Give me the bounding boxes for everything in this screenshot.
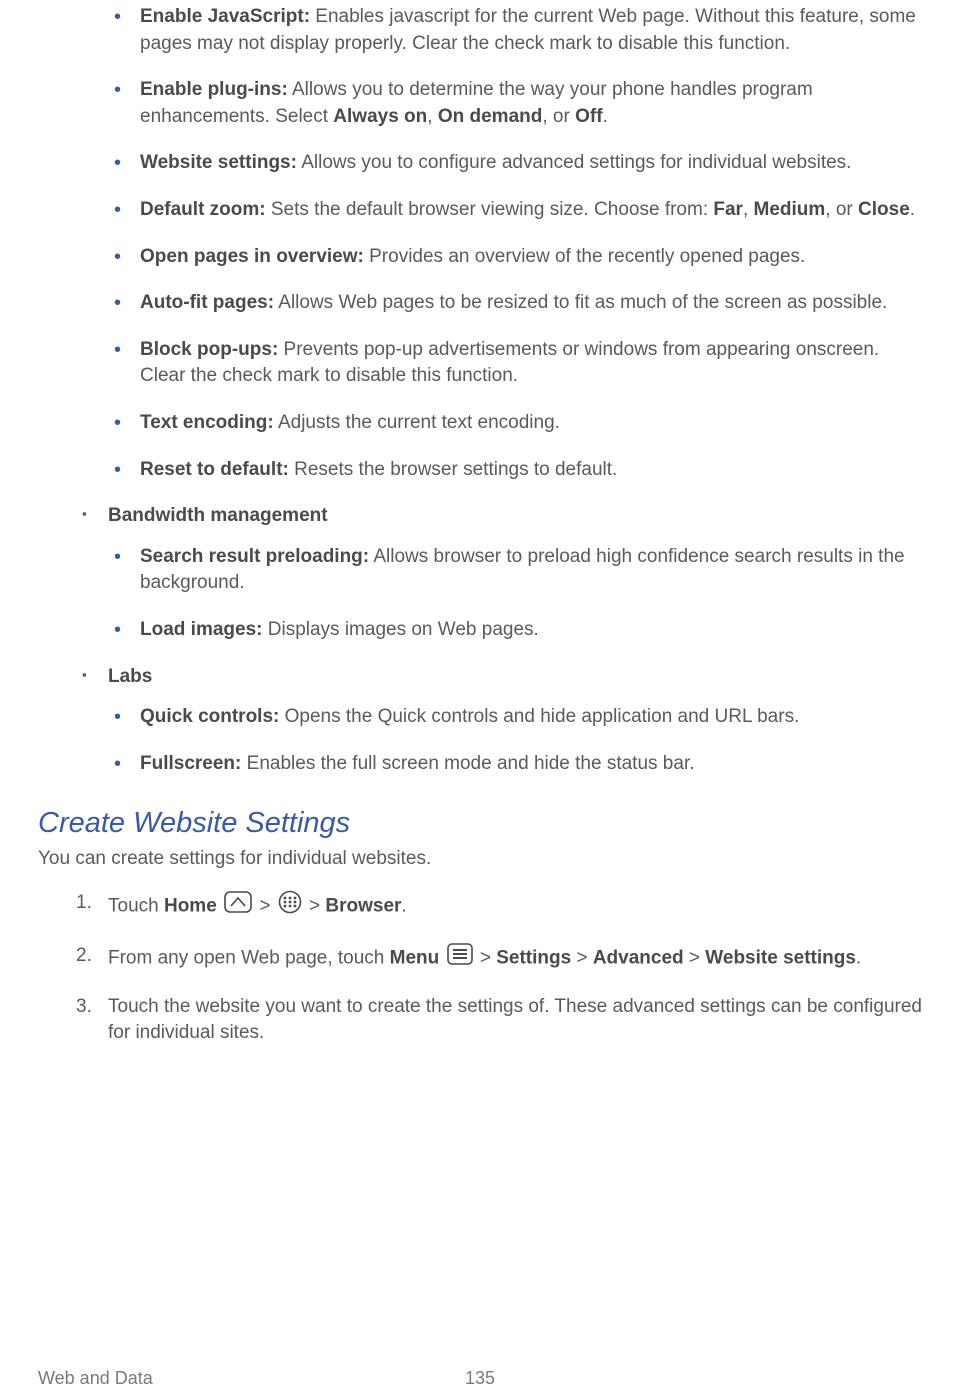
apps-icon [278,890,302,923]
item-label: Website settings: [140,152,297,173]
step-3: Touch the website you want to create the… [38,994,922,1047]
item-label: Block pop-ups: [140,339,278,360]
list-item: Fullscreen: Enables the full screen mode… [38,751,922,778]
item-label: Quick controls: [140,706,279,727]
bandwidth-heading-item: Bandwidth management [38,503,922,530]
item-label: Fullscreen: [140,753,241,774]
item-label: Open pages in overview: [140,246,364,267]
labs-section: Labs [38,664,922,691]
item-desc: Enables the full screen mode and hide th… [241,753,694,774]
browser-label: Browser [325,896,401,917]
item-desc: Allows you to configure advanced setting… [297,152,851,173]
item-desc: Adjusts the current text encoding. [274,412,560,433]
footer-section-name: Web and Data [38,1366,153,1391]
settings-label: Settings [496,947,571,968]
step-2: From any open Web page, touch Menu > Set… [38,943,922,974]
list-item: Load images: Displays images on Web page… [38,617,922,644]
list-item: Quick controls: Opens the Quick controls… [38,704,922,731]
item-label: Search result preloading: [140,546,369,567]
list-item: Enable plug-ins: Allows you to determine… [38,77,922,130]
list-item: Search result preloading: Allows browser… [38,544,922,597]
list-item: Enable JavaScript: Enables javascript fo… [38,4,922,57]
list-item: Reset to default: Resets the browser set… [38,457,922,484]
item-label: Enable JavaScript: [140,6,310,27]
menu-icon [447,943,473,974]
item-desc: Allows Web pages to be resized to fit as… [274,292,887,313]
item-desc: Displays images on Web pages. [262,619,538,640]
opt: Off [575,106,602,127]
labs-list: Quick controls: Opens the Quick controls… [38,704,922,777]
list-item: Auto-fit pages: Allows Web pages to be r… [38,290,922,317]
section-intro: You can create settings for individual w… [38,846,922,873]
list-item: Open pages in overview: Provides an over… [38,244,922,271]
item-label: Reset to default: [140,459,289,480]
menu-label: Menu [390,947,440,968]
list-item: Text encoding: Adjusts the current text … [38,410,922,437]
item-label: Enable plug-ins: [140,79,288,100]
home-icon [224,891,252,922]
footer-page-number: 135 [465,1366,495,1391]
item-desc: Provides an overview of the recently ope… [364,246,806,267]
item-desc: Opens the Quick controls and hide applic… [279,706,799,727]
opt: Far [713,199,743,220]
section-title: Create Website Settings [38,803,922,844]
item-label: Default zoom: [140,199,266,220]
item-desc: Sets the default browser viewing size. C… [266,199,714,220]
item-desc: Resets the browser settings to default. [289,459,617,480]
heading: Labs [108,666,152,687]
list-item: Default zoom: Sets the default browser v… [38,197,922,224]
page-content: Enable JavaScript: Enables javascript fo… [38,0,922,1047]
bandwidth-list: Search result preloading: Allows browser… [38,544,922,644]
opt: Medium [754,199,826,220]
website-settings-label: Website settings [705,947,856,968]
home-label: Home [164,896,217,917]
opt: On demand [438,106,543,127]
step-1: Touch Home > > Browser. [38,890,922,923]
advanced-list-continued: Enable JavaScript: Enables javascript fo… [38,4,922,483]
opt: Always on [333,106,427,127]
item-label: Text encoding: [140,412,274,433]
advanced-label: Advanced [593,947,684,968]
heading: Bandwidth management [108,505,328,526]
list-item: Website settings: Allows you to configur… [38,150,922,177]
labs-heading-item: Labs [38,664,922,691]
step-text: Touch the website you want to create the… [108,996,922,1044]
item-label: Auto-fit pages: [140,292,274,313]
item-label: Load images: [140,619,262,640]
opt: Close [858,199,910,220]
list-item: Block pop-ups: Prevents pop-up advertise… [38,337,922,390]
steps-list: Touch Home > > Browser. From any open We… [38,890,922,1046]
bandwidth-section: Bandwidth management [38,503,922,530]
